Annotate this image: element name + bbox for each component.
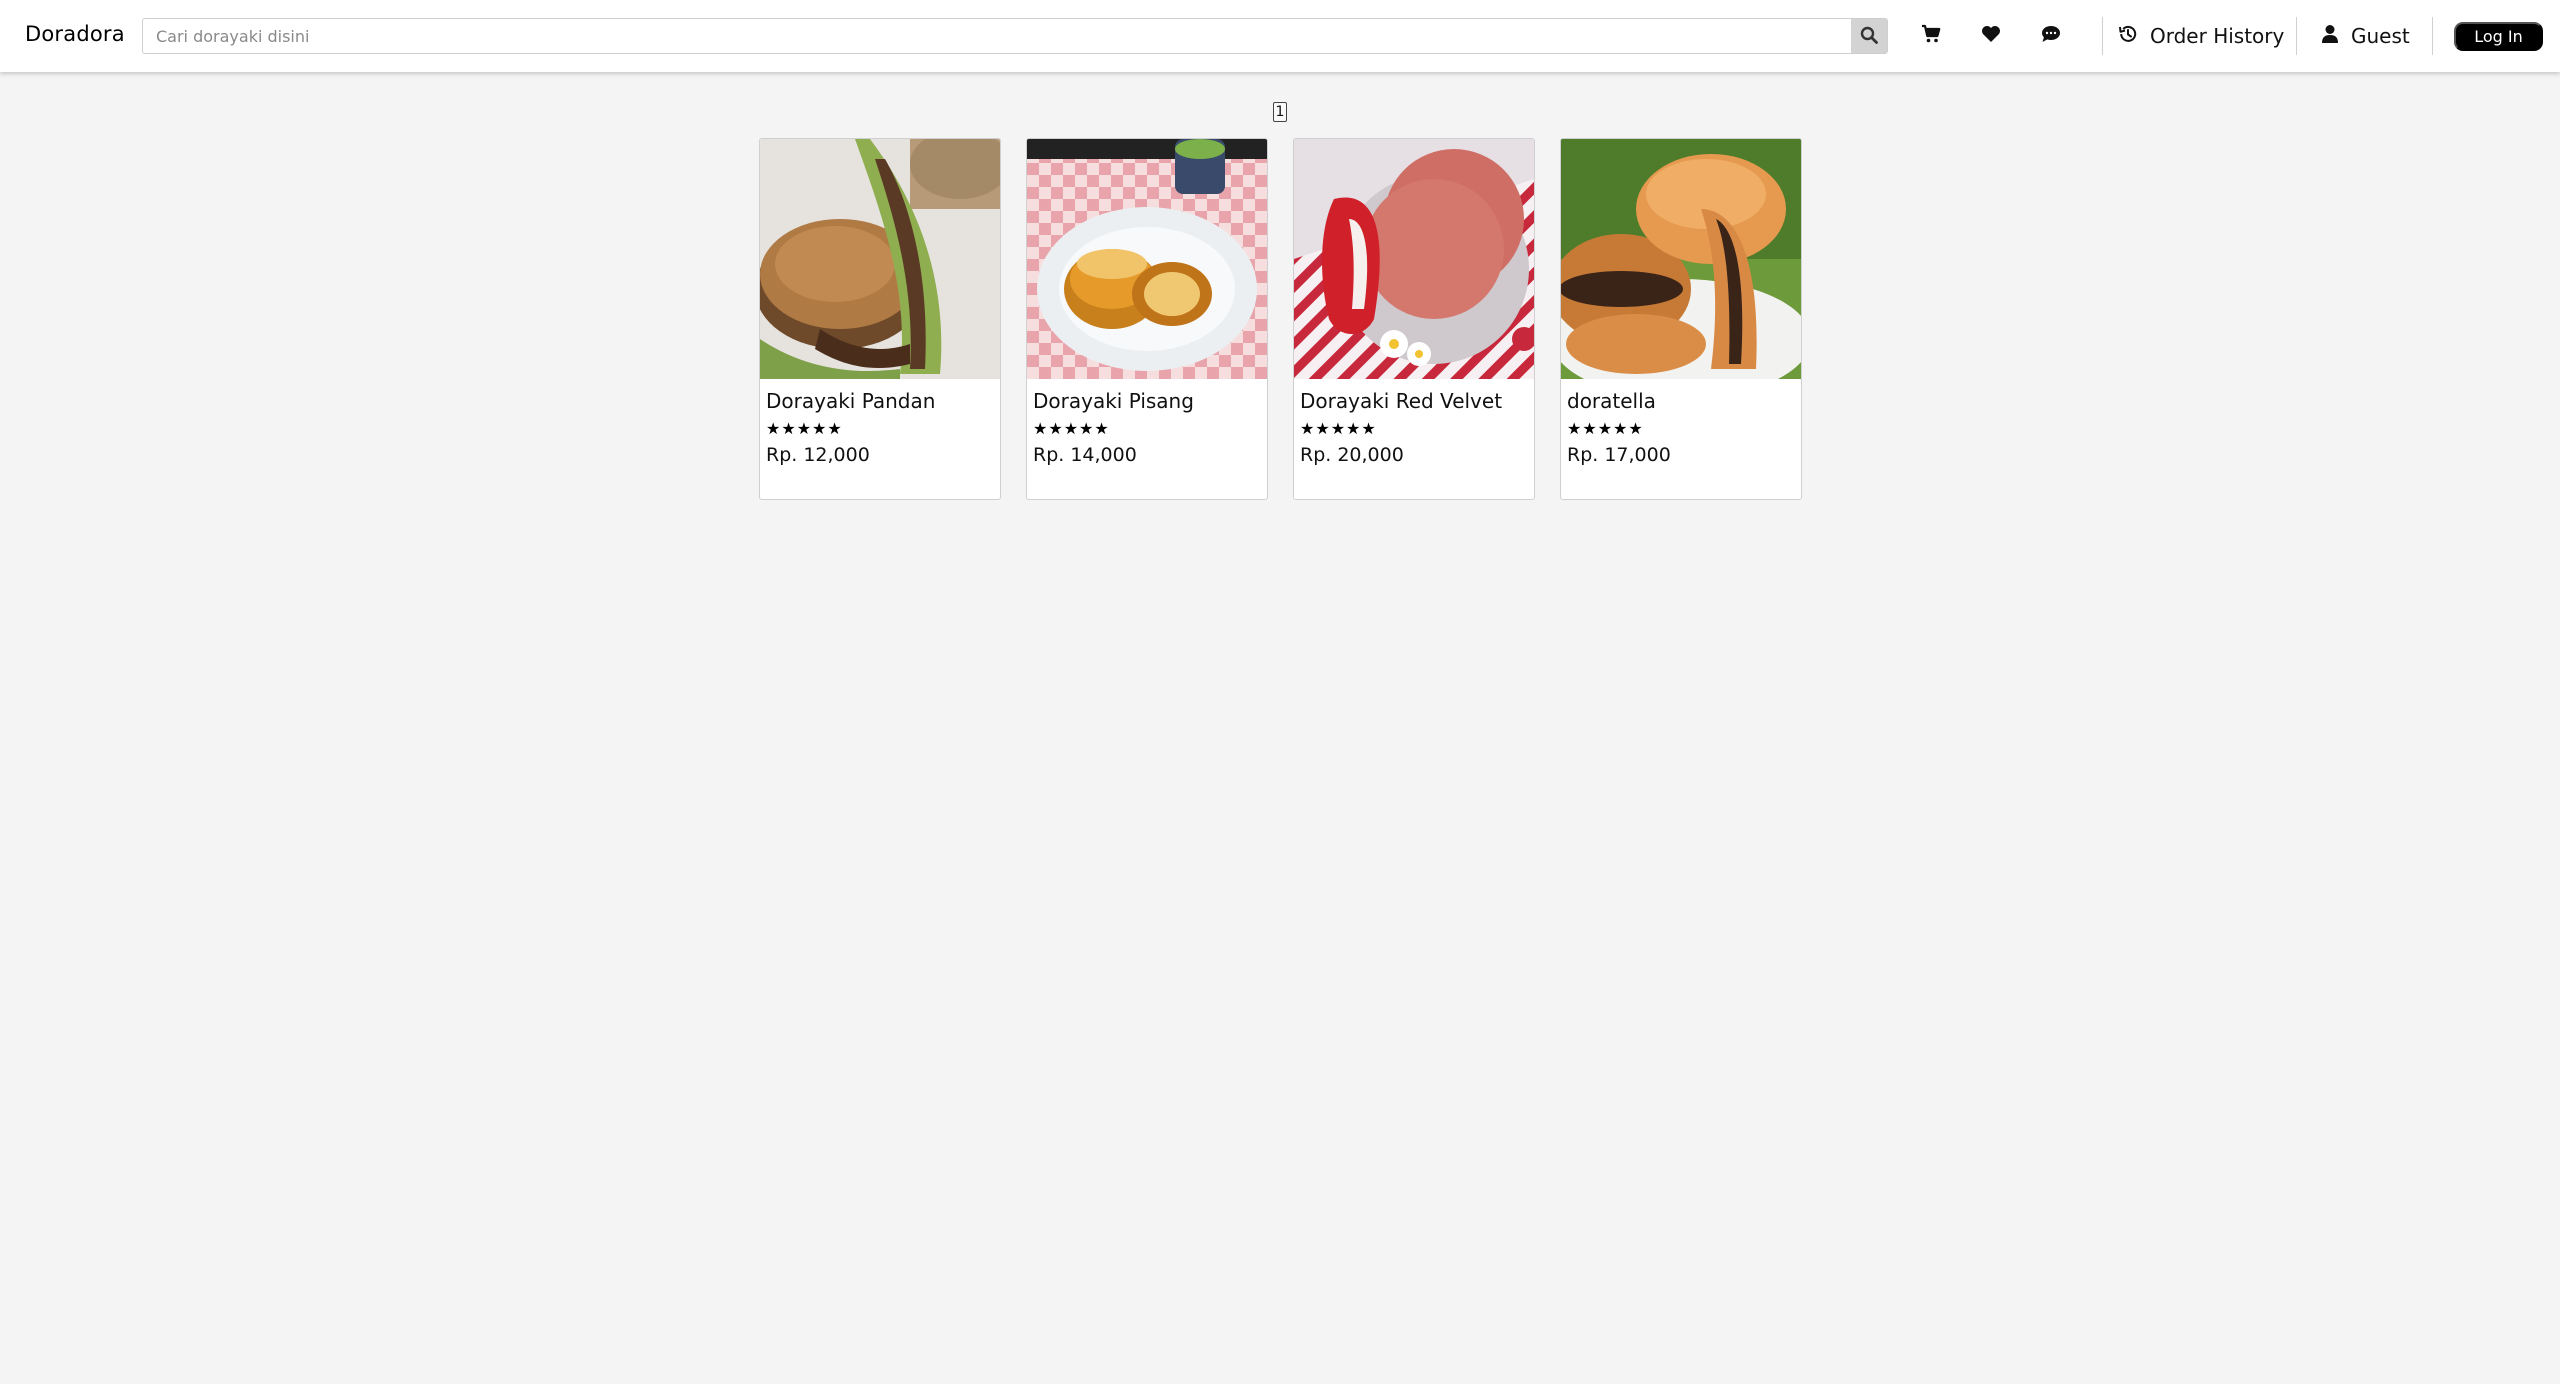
search-input[interactable]	[143, 19, 1851, 53]
order-history-label: Order History	[2150, 24, 2285, 48]
user-label: Guest	[2351, 24, 2410, 48]
product-image[interactable]	[760, 139, 1000, 379]
search-icon	[1860, 26, 1878, 47]
heart-icon	[1981, 25, 2001, 47]
product-image[interactable]	[1027, 139, 1267, 379]
wishlist-button[interactable]	[1975, 20, 2007, 52]
nav-divider	[2432, 17, 2433, 55]
product-price: Rp. 17,000	[1567, 444, 1671, 466]
pagination-page-1[interactable]: 1	[1273, 102, 1287, 122]
order-history-link[interactable]: Order History	[2118, 20, 2284, 52]
product-card[interactable]: Dorayaki Pandan ★★★★★ Rp. 12,000	[759, 138, 1001, 500]
nav-divider	[2296, 17, 2297, 55]
product-grid: Dorayaki Pandan ★★★★★ Rp. 12,000 Dorayak…	[759, 138, 1802, 500]
brand-logo[interactable]: Doradora	[25, 22, 125, 46]
search-button[interactable]	[1851, 19, 1887, 53]
product-card[interactable]: doratella ★★★★★ Rp. 17,000	[1560, 138, 1802, 500]
product-price: Rp. 14,000	[1033, 444, 1137, 466]
cart-icon	[1921, 24, 1941, 48]
product-rating: ★★★★★	[1033, 419, 1110, 438]
nav-divider	[2102, 17, 2103, 55]
product-name[interactable]: doratella	[1567, 389, 1801, 413]
product-rating: ★★★★★	[766, 419, 843, 438]
product-card[interactable]: Dorayaki Red Velvet ★★★★★ Rp. 20,000	[1293, 138, 1535, 500]
product-image[interactable]	[1294, 139, 1534, 379]
login-button[interactable]: Log In	[2454, 22, 2543, 51]
search-bar	[142, 18, 1888, 54]
product-rating: ★★★★★	[1300, 419, 1377, 438]
user-menu[interactable]: Guest	[2321, 20, 2410, 52]
product-name[interactable]: Dorayaki Pandan	[766, 389, 1000, 413]
product-price: Rp. 12,000	[766, 444, 870, 466]
product-price: Rp. 20,000	[1300, 444, 1404, 466]
cart-button[interactable]	[1915, 20, 1947, 52]
product-image[interactable]	[1561, 139, 1801, 379]
chat-button[interactable]	[2035, 20, 2067, 52]
product-name[interactable]: Dorayaki Pisang	[1033, 389, 1267, 413]
chat-icon	[2041, 25, 2061, 47]
product-rating: ★★★★★	[1567, 419, 1644, 438]
user-icon	[2321, 24, 2339, 49]
product-name[interactable]: Dorayaki Red Velvet	[1300, 389, 1534, 413]
product-card[interactable]: Dorayaki Pisang ★★★★★ Rp. 14,000	[1026, 138, 1268, 500]
top-navbar: Doradora Cari dorayaki disini Order Hist…	[0, 0, 2560, 72]
history-icon	[2118, 24, 2138, 49]
